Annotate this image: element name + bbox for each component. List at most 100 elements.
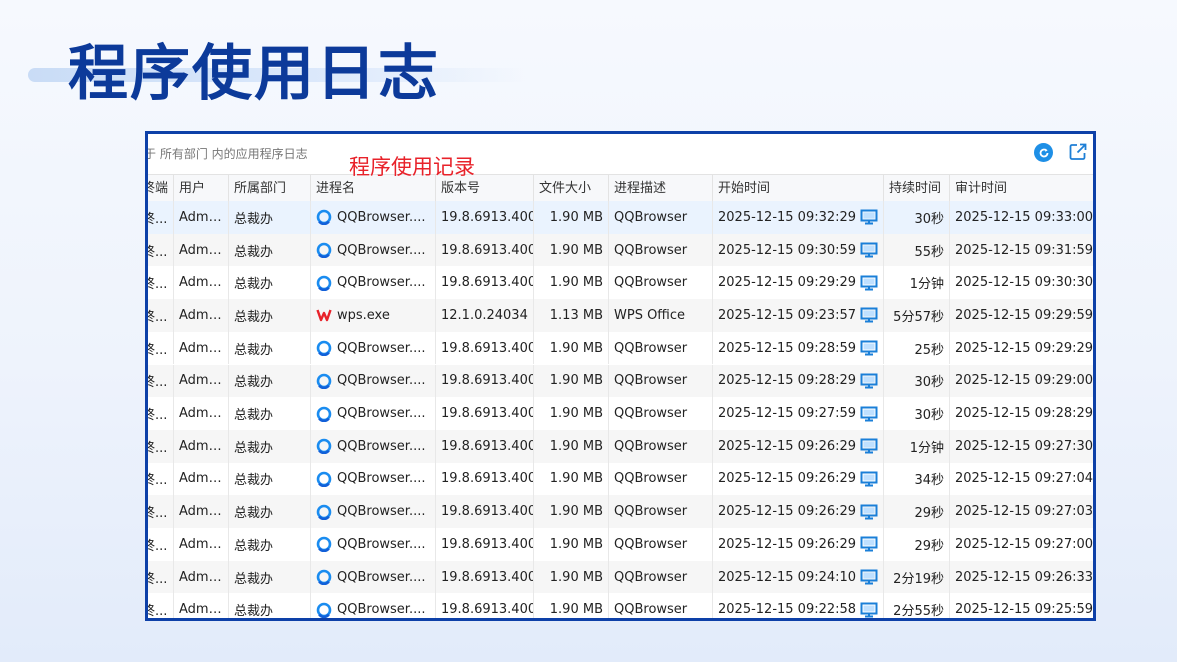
qqbrowser-icon [316, 602, 332, 618]
table-row[interactable]: 终...Admi...总裁办QQBrowser....19.8.6913.400… [148, 266, 1093, 300]
annotation-label: 程序使用记录 [349, 155, 475, 179]
process-description-cell: QQBrowser [609, 560, 713, 594]
audit-time-cell: 2025-12-15 09:27:00 [950, 528, 1093, 561]
terminal-cell: 终... [148, 495, 174, 528]
audit-time-cell: 2025-12-15 09:30:30 [950, 266, 1093, 299]
column-header-start-time[interactable]: 开始时间 [713, 175, 884, 202]
file-size-cell: 1.90 MB [534, 233, 609, 267]
table-row[interactable]: 终...Admi...总裁办QQBrowser....19.8.6913.400… [148, 593, 1093, 618]
process-description-cell: QQBrowser [609, 593, 713, 618]
monitor-icon[interactable] [860, 406, 878, 422]
process-description-cell: QQBrowser [609, 397, 713, 430]
terminal-cell: 终... [148, 233, 174, 267]
terminal-cell: 终... [148, 266, 174, 300]
duration-cell: 30秒 [884, 364, 950, 398]
monitor-icon[interactable] [860, 275, 878, 291]
column-header-audit-time[interactable]: 审计时间 [950, 175, 1093, 202]
user-cell: Admi... [174, 331, 229, 365]
audit-time-cell: 2025-12-15 09:29:00 [950, 365, 1093, 398]
monitor-icon[interactable] [860, 340, 878, 356]
monitor-icon[interactable] [860, 602, 878, 618]
monitor-icon[interactable] [860, 242, 878, 258]
process-name-cell: QQBrowser.... [311, 331, 436, 365]
process-name-cell: QQBrowser.... [311, 201, 436, 234]
monitor-icon[interactable] [860, 504, 878, 520]
start-time-cell: 2025-12-15 09:24:10 [713, 560, 884, 594]
version-cell: 19.8.6913.400 [436, 462, 534, 496]
column-header-duration[interactable]: 持续时间 [884, 175, 950, 202]
qqbrowser-icon [316, 504, 332, 520]
scope-caption: 于 所有部门 内的应用程序日志 [145, 147, 308, 161]
table-row[interactable]: 终...Admi...总裁办QQBrowser....19.8.6913.400… [148, 560, 1093, 594]
column-header-user[interactable]: 用户 [174, 175, 229, 202]
process-name-cell: QQBrowser.... [311, 593, 436, 618]
duration-cell: 1分钟 [884, 266, 950, 300]
table-row[interactable]: 终...Admi...总裁办QQBrowser....19.8.6913.400… [148, 233, 1093, 267]
department-cell: 总裁办 [229, 266, 311, 300]
process-name-cell: QQBrowser.... [311, 233, 436, 267]
terminal-cell: 终... [148, 364, 174, 398]
process-name-cell: QQBrowser.... [311, 429, 436, 463]
process-description-cell: QQBrowser [609, 201, 713, 234]
terminal-cell: 终... [148, 201, 174, 234]
user-cell: Admi... [174, 397, 229, 430]
department-cell: 总裁办 [229, 364, 311, 398]
monitor-icon[interactable] [860, 569, 878, 585]
qqbrowser-icon [316, 340, 332, 357]
table-row[interactable]: 终...Admi...总裁办QQBrowser....19.8.6913.400… [148, 462, 1093, 496]
qqbrowser-icon [316, 242, 332, 259]
terminal-cell: 终... [148, 429, 174, 463]
column-header-file-size[interactable]: 文件大小 [534, 175, 609, 202]
monitor-icon[interactable] [860, 438, 878, 454]
table-row[interactable]: 终...Admi...总裁办QQBrowser....19.8.6913.400… [148, 528, 1093, 561]
audit-time-cell: 2025-12-15 09:27:03 [950, 495, 1093, 528]
user-cell: Admi... [174, 429, 229, 463]
version-cell: 19.8.6913.400 [436, 364, 534, 398]
user-cell: Admi... [174, 593, 229, 618]
file-size-cell: 1.90 MB [534, 560, 609, 594]
wps-icon [316, 310, 332, 322]
terminal-cell: 终... [148, 462, 174, 496]
version-cell: 19.8.6913.400 [436, 429, 534, 463]
process-name-cell: QQBrowser.... [311, 495, 436, 528]
duration-cell: 29秒 [884, 495, 950, 528]
user-cell: Admi... [174, 233, 229, 267]
department-cell: 总裁办 [229, 593, 311, 618]
department-cell: 总裁办 [229, 560, 311, 594]
audit-time-cell: 2025-12-15 09:27:30 [950, 430, 1093, 463]
table-row[interactable]: 终...Admi...总裁办QQBrowser....19.8.6913.400… [148, 201, 1093, 234]
table-row[interactable]: 终...Admi...总裁办QQBrowser....19.8.6913.400… [148, 495, 1093, 528]
table-row[interactable]: 终...Admi...总裁办QQBrowser....19.8.6913.400… [148, 397, 1093, 430]
slide-title: 程序使用日志 [68, 39, 440, 109]
column-header-process-description[interactable]: 进程描述 [609, 175, 713, 202]
process-name-cell: QQBrowser.... [311, 528, 436, 561]
duration-cell: 2分19秒 [884, 560, 950, 594]
department-cell: 总裁办 [229, 233, 311, 267]
file-size-cell: 1.90 MB [534, 266, 609, 300]
refresh-button[interactable] [1034, 143, 1053, 162]
monitor-icon[interactable] [860, 307, 878, 323]
file-size-cell: 1.90 MB [534, 397, 609, 430]
process-description-cell: QQBrowser [609, 364, 713, 398]
file-size-cell: 1.90 MB [534, 429, 609, 463]
process-name-cell: QQBrowser.... [311, 560, 436, 594]
user-cell: Admi... [174, 495, 229, 528]
table-row[interactable]: 终...Admi...总裁办QQBrowser....19.8.6913.400… [148, 331, 1093, 365]
column-header-terminal[interactable]: 终端 [148, 175, 174, 202]
table-row[interactable]: 终...Admi...总裁办QQBrowser....19.8.6913.400… [148, 364, 1093, 398]
version-cell: 19.8.6913.400 [436, 495, 534, 528]
table-row[interactable]: 终...Admi...总裁办QQBrowser....19.8.6913.400… [148, 429, 1093, 463]
export-button[interactable] [1067, 141, 1089, 163]
audit-time-cell: 2025-12-15 09:25:59 [950, 593, 1093, 618]
monitor-icon[interactable] [860, 536, 878, 552]
process-name-cell: QQBrowser.... [311, 397, 436, 430]
version-cell: 19.8.6913.400 [436, 331, 534, 365]
table-row[interactable]: 终...Admi...总裁办wps.exe12.1.0.240341.13 MB… [148, 299, 1093, 332]
monitor-icon[interactable] [860, 373, 878, 389]
file-size-cell: 1.90 MB [534, 495, 609, 528]
file-size-cell: 1.90 MB [534, 528, 609, 561]
monitor-icon[interactable] [860, 471, 878, 487]
column-header-department[interactable]: 所属部门 [229, 175, 311, 202]
user-cell: Admi... [174, 266, 229, 300]
monitor-icon[interactable] [860, 209, 878, 225]
